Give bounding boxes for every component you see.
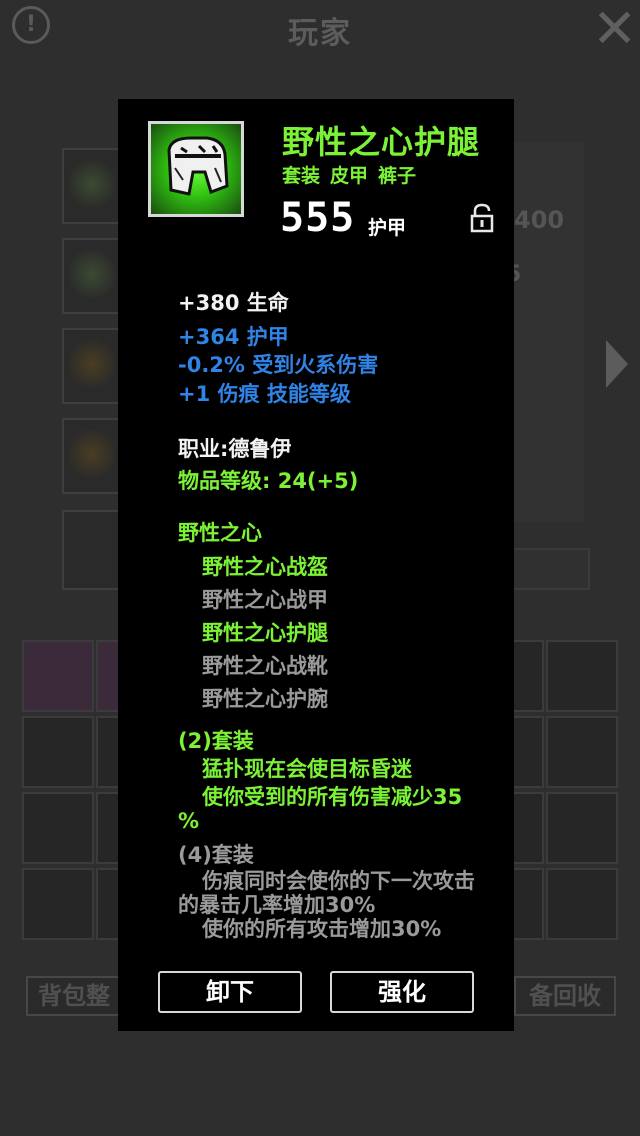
armor-unit: 护甲 [368, 217, 407, 239]
inventory-slot[interactable] [22, 868, 94, 940]
equip-slot-weapon[interactable] [62, 510, 122, 590]
set-bonus-effect: % [178, 809, 200, 833]
set-piece: 野性之心战甲 [202, 588, 328, 612]
item-level: 物品等级: 24(+5) [178, 469, 359, 493]
inventory-slot[interactable] [22, 716, 94, 788]
stat-value: 400 [514, 206, 565, 234]
pants-armor-icon [148, 121, 244, 217]
inventory-slot[interactable] [22, 640, 94, 712]
affix-line: -0.2% 受到火系伤害 [178, 353, 379, 377]
set-name: 野性之心 [178, 521, 262, 545]
page-title: 玩家 [288, 16, 352, 51]
item-tags: 套装 皮甲 裤子 [282, 161, 426, 188]
upgrade-button[interactable]: 强化 [330, 971, 474, 1013]
affix-line: +364 护甲 [178, 325, 289, 349]
inventory-slot[interactable] [546, 640, 618, 712]
item-name: 野性之心护腿 [282, 123, 481, 161]
set-piece: 野性之心战盔 [202, 555, 328, 579]
item-tooltip: 野性之心护腿 套装 皮甲 裤子 555 护甲 +380 生命 +364 护甲 -0.… [118, 99, 514, 1031]
close-icon[interactable]: ✕ [592, 2, 637, 56]
set-bonus-effect: 使你受到的所有伤害减少35 [202, 785, 463, 809]
inventory-slot[interactable] [546, 868, 618, 940]
item-tag: 皮甲 [330, 165, 369, 187]
set-bonus-effect: 猛扑现在会使目标昏迷 [202, 757, 412, 781]
inventory-slot[interactable] [22, 792, 94, 864]
set-bonus-2-label: (2)套装 [178, 729, 254, 753]
sort-bag-button[interactable]: 背包整 [26, 976, 122, 1016]
set-piece: 野性之心战靴 [202, 654, 328, 678]
armor-value: 555 [280, 195, 356, 241]
unequip-button[interactable]: 卸下 [158, 971, 302, 1013]
affix-line: +1 伤痕 技能等级 [178, 382, 351, 406]
class-requirement: 职业:德鲁伊 [178, 437, 292, 461]
inventory-slot[interactable] [546, 792, 618, 864]
set-bonus-effect: 使你的所有攻击增加30% [202, 917, 442, 941]
equip-slot-gloves[interactable] [62, 328, 122, 404]
base-stat: +380 生命 [178, 291, 289, 315]
equip-slot-helmet[interactable] [62, 148, 122, 224]
stats-box [512, 548, 590, 590]
next-arrow-icon[interactable] [606, 340, 628, 388]
stats-panel [512, 142, 584, 522]
set-piece: 野性之心护腿 [202, 621, 328, 645]
equip-slot-legs[interactable] [62, 238, 122, 314]
equip-slot-bracer[interactable] [62, 418, 122, 494]
item-tag: 裤子 [378, 165, 417, 187]
inventory-slot[interactable] [546, 716, 618, 788]
recycle-button[interactable]: 备回收 [514, 976, 616, 1016]
item-tag: 套装 [282, 165, 321, 187]
unlock-icon[interactable] [470, 203, 494, 233]
set-piece: 野性之心护腕 [202, 687, 328, 711]
